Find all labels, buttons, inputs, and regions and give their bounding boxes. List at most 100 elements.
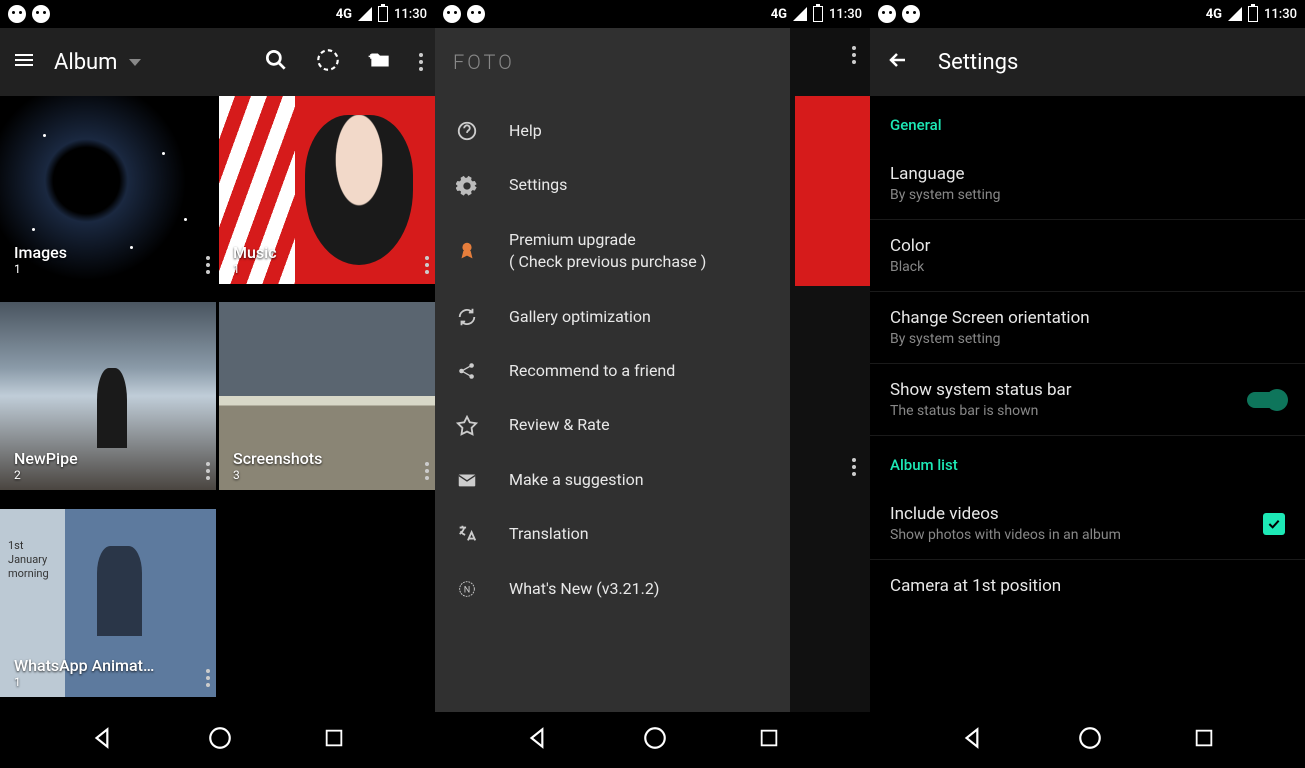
drawer-label: Help xyxy=(509,120,770,142)
setting-sub: By system setting xyxy=(890,187,1285,203)
drawer-label: Translation xyxy=(509,523,770,545)
battery-icon xyxy=(378,6,388,22)
setting-language[interactable]: Language By system setting xyxy=(870,148,1305,220)
more-icon[interactable] xyxy=(852,46,856,64)
nav-bar xyxy=(435,712,870,768)
setting-title: Include videos xyxy=(890,504,1263,524)
drawer-item-suggest[interactable]: Make a suggestion xyxy=(435,453,790,507)
recent-button[interactable] xyxy=(758,727,780,753)
drawer-label: What's New (v3.21.2) xyxy=(509,578,770,600)
setting-sub: By system setting xyxy=(890,331,1285,347)
album-more-icon[interactable] xyxy=(425,462,429,480)
settings-title: Settings xyxy=(938,50,1018,75)
nav-bar xyxy=(870,712,1305,768)
notif-icon xyxy=(32,5,50,23)
toolbar: Album xyxy=(0,28,435,96)
search-icon[interactable] xyxy=(263,47,289,77)
drawer-item-settings[interactable]: Settings xyxy=(435,158,790,212)
album-screenshots[interactable]: Screenshots3 xyxy=(219,302,435,490)
checkbox[interactable] xyxy=(1263,513,1285,535)
drawer-label: Recommend to a friend xyxy=(509,360,770,382)
album-images[interactable]: Images1 xyxy=(0,96,216,284)
more-icon[interactable] xyxy=(852,458,856,476)
drawer-item-help[interactable]: Help xyxy=(435,104,790,158)
sync-icon xyxy=(455,306,479,328)
back-button[interactable] xyxy=(960,725,986,755)
help-icon xyxy=(455,120,479,142)
setting-sub: Show photos with videos in an album xyxy=(890,527,1263,543)
drawer-label: Settings xyxy=(509,174,770,196)
toggle-switch[interactable] xyxy=(1247,392,1285,408)
drawer-item-translate[interactable]: Translation xyxy=(435,507,790,561)
drawer-label: Gallery optimization xyxy=(509,306,770,328)
album-music[interactable]: Music1 xyxy=(219,96,435,284)
recent-button[interactable] xyxy=(1193,727,1215,753)
album-name: Screenshots xyxy=(233,449,322,468)
drawer-items: Help Settings Premium upgrade ( Check pr… xyxy=(435,96,790,624)
setting-statusbar[interactable]: Show system status barThe status bar is … xyxy=(870,364,1305,436)
setting-title: Change Screen orientation xyxy=(890,308,1285,328)
signal-icon xyxy=(1228,7,1242,21)
toolbar-title-dropdown[interactable]: Album xyxy=(54,50,263,75)
album-name: Images xyxy=(14,243,67,262)
drawer-item-recommend[interactable]: Recommend to a friend xyxy=(435,344,790,398)
home-button[interactable] xyxy=(207,725,233,755)
home-button[interactable] xyxy=(1077,725,1103,755)
add-folder-icon[interactable] xyxy=(367,47,393,77)
setting-title: Language xyxy=(890,164,1285,184)
notif-icon xyxy=(878,5,896,23)
loading-ring-icon[interactable] xyxy=(315,47,341,77)
album-name: WhatsApp Animat… xyxy=(14,656,154,675)
album-more-icon[interactable] xyxy=(425,256,429,274)
premium-icon xyxy=(455,240,479,262)
drawer-item-review[interactable]: Review & Rate xyxy=(435,398,790,452)
notif-icon xyxy=(902,5,920,23)
drawer-header: FOTO xyxy=(435,28,790,96)
album-more-icon[interactable] xyxy=(206,256,210,274)
setting-videos[interactable]: Include videos Show photos with videos in… xyxy=(870,488,1305,560)
network-label: 4G xyxy=(336,7,352,22)
chevron-down-icon xyxy=(129,59,141,66)
back-button[interactable] xyxy=(90,725,116,755)
drawer-item-premium[interactable]: Premium upgrade ( Check previous purchas… xyxy=(435,213,790,290)
star-icon xyxy=(455,415,479,437)
title-text: Album xyxy=(54,50,117,75)
new-icon: N xyxy=(455,578,479,600)
home-button[interactable] xyxy=(642,725,668,755)
signal-icon xyxy=(793,7,807,21)
clock: 11:30 xyxy=(829,7,862,22)
album-more-icon[interactable] xyxy=(206,462,210,480)
translate-icon xyxy=(455,523,479,545)
network-label: 4G xyxy=(771,7,787,22)
settings-list[interactable]: General LanguageBy system setting ColorB… xyxy=(870,96,1305,712)
hamburger-icon[interactable] xyxy=(12,48,36,76)
phone-album-view: 4G 11:30 Album xyxy=(0,0,435,768)
album-count: 1 xyxy=(233,262,277,276)
album-count: 2 xyxy=(14,468,78,482)
setting-title: Show system status bar xyxy=(890,380,1247,400)
album-newpipe[interactable]: NewPipe2 xyxy=(0,302,216,490)
album-grid: Images1 Music1 NewPipe2 Screenshots3 Wha… xyxy=(0,96,435,712)
phone-settings-view: 4G11:30 Settings General LanguageBy syst… xyxy=(870,0,1305,768)
recent-button[interactable] xyxy=(323,727,345,753)
album-count: 1 xyxy=(14,675,154,689)
settings-toolbar: Settings xyxy=(870,28,1305,96)
more-icon[interactable] xyxy=(419,53,423,71)
drawer-item-whatsnew[interactable]: N What's New (v3.21.2) xyxy=(435,562,790,616)
setting-color[interactable]: ColorBlack xyxy=(870,220,1305,292)
back-button[interactable] xyxy=(525,725,551,755)
battery-icon xyxy=(813,6,823,22)
drawer-label: Make a suggestion xyxy=(509,469,770,491)
nav-bar xyxy=(0,712,435,768)
setting-camera-first[interactable]: Camera at 1st position xyxy=(870,560,1305,615)
notif-icon xyxy=(467,5,485,23)
section-general: General xyxy=(870,96,1305,148)
back-arrow-icon[interactable] xyxy=(886,48,910,76)
album-whatsapp[interactable]: WhatsApp Animat…1 xyxy=(0,509,216,697)
battery-icon xyxy=(1248,6,1258,22)
drawer-item-optimize[interactable]: Gallery optimization xyxy=(435,290,790,344)
album-more-icon[interactable] xyxy=(206,669,210,687)
setting-title: Color xyxy=(890,236,1285,256)
setting-orientation[interactable]: Change Screen orientation By system setti… xyxy=(870,292,1305,364)
mail-icon xyxy=(455,469,479,491)
